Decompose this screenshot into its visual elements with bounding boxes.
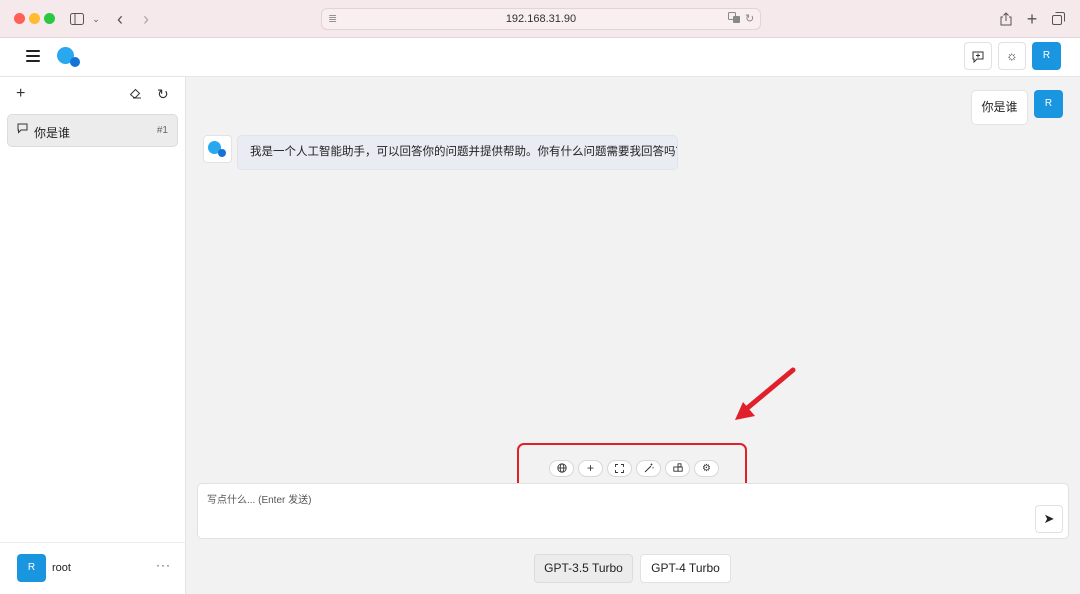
tabs-overview-icon[interactable] bbox=[1050, 9, 1066, 29]
window-zoom-button[interactable] bbox=[44, 13, 55, 24]
message-input[interactable] bbox=[198, 484, 1068, 538]
model-option-gpt-4-turbo[interactable]: GPT-4 Turbo bbox=[640, 554, 731, 583]
menu-icon[interactable] bbox=[26, 50, 40, 62]
settings-button[interactable]: ⚙ bbox=[694, 460, 719, 477]
refresh-icon[interactable]: ↻ bbox=[157, 86, 169, 102]
chat-settings-button[interactable] bbox=[964, 42, 992, 70]
share-icon[interactable] bbox=[998, 9, 1014, 29]
browser-toolbar: ⌄ ‹ › ≣ 192.168.31.90 ↻ + bbox=[0, 0, 1080, 38]
web-search-button[interactable] bbox=[549, 460, 574, 477]
send-icon: ➤ bbox=[1043, 511, 1055, 526]
back-icon[interactable]: ‹ bbox=[112, 9, 128, 29]
plugin-icon bbox=[672, 463, 683, 474]
chat-area: 你是谁 R 我是一个人工智能助手，可以回答你的问题并提供帮助。你有什么问题需要我… bbox=[187, 77, 1080, 594]
annotation-arrow bbox=[735, 367, 796, 420]
eraser-icon[interactable] bbox=[129, 86, 142, 102]
url-text: 192.168.31.90 bbox=[505, 13, 577, 25]
new-tab-icon[interactable]: + bbox=[1024, 9, 1040, 29]
user-avatar[interactable]: R bbox=[17, 554, 46, 582]
magic-wand-icon bbox=[644, 463, 654, 474]
header-avatar[interactable]: R bbox=[1032, 42, 1061, 70]
app-logo bbox=[57, 47, 83, 69]
send-button[interactable]: ➤ bbox=[1035, 505, 1063, 533]
address-bar[interactable]: ≣ 192.168.31.90 ↻ bbox=[321, 8, 761, 30]
add-button[interactable]: + bbox=[578, 460, 603, 477]
username: root bbox=[52, 562, 71, 574]
prompt-magic-button[interactable] bbox=[636, 460, 661, 477]
chat-bubble-icon bbox=[17, 123, 28, 137]
user-message: 你是谁 bbox=[971, 90, 1028, 125]
globe-icon bbox=[556, 463, 567, 474]
chat-settings-icon bbox=[972, 48, 984, 63]
conversation-index: #1 bbox=[156, 125, 168, 136]
model-option-gpt-3-5-turbo[interactable]: GPT-3.5 Turbo bbox=[534, 554, 633, 583]
fullscreen-icon bbox=[615, 463, 624, 474]
theme-sun-icon: ☼ bbox=[1006, 48, 1018, 63]
settings-icon: ⚙ bbox=[702, 463, 711, 474]
forward-icon[interactable]: › bbox=[138, 9, 154, 29]
plus-icon: + bbox=[586, 461, 594, 475]
conversation-item[interactable]: 你是谁 #1 bbox=[7, 114, 178, 147]
window-minimize-button[interactable] bbox=[29, 13, 40, 24]
sidebar-toggle-icon[interactable] bbox=[68, 9, 86, 29]
sidebar-footer: R root ··· bbox=[0, 542, 186, 594]
assistant-message: 我是一个人工智能助手，可以回答你的问题并提供帮助。你有什么问题需要我回答吗？ bbox=[237, 135, 678, 170]
conversation-title: 你是谁 bbox=[34, 126, 71, 140]
theme-toggle-button[interactable]: ☼ bbox=[998, 42, 1026, 70]
app-header: ☼ R bbox=[0, 38, 1080, 77]
plugin-button[interactable] bbox=[665, 460, 690, 477]
fullscreen-button[interactable] bbox=[607, 460, 632, 477]
user-message-avatar: R bbox=[1034, 90, 1063, 118]
reload-icon[interactable]: ↻ bbox=[745, 12, 754, 25]
assistant-avatar bbox=[203, 135, 232, 163]
window-close-button[interactable] bbox=[14, 13, 25, 24]
translate-icon[interactable] bbox=[728, 12, 741, 27]
message-input-box: ➤ bbox=[197, 483, 1069, 539]
more-icon[interactable]: ··· bbox=[156, 558, 171, 572]
new-chat-icon[interactable]: + bbox=[16, 86, 25, 102]
sidebar: + ↻ 你是谁 #1 R root ··· bbox=[0, 77, 186, 594]
chevron-down-icon[interactable]: ⌄ bbox=[90, 9, 102, 29]
